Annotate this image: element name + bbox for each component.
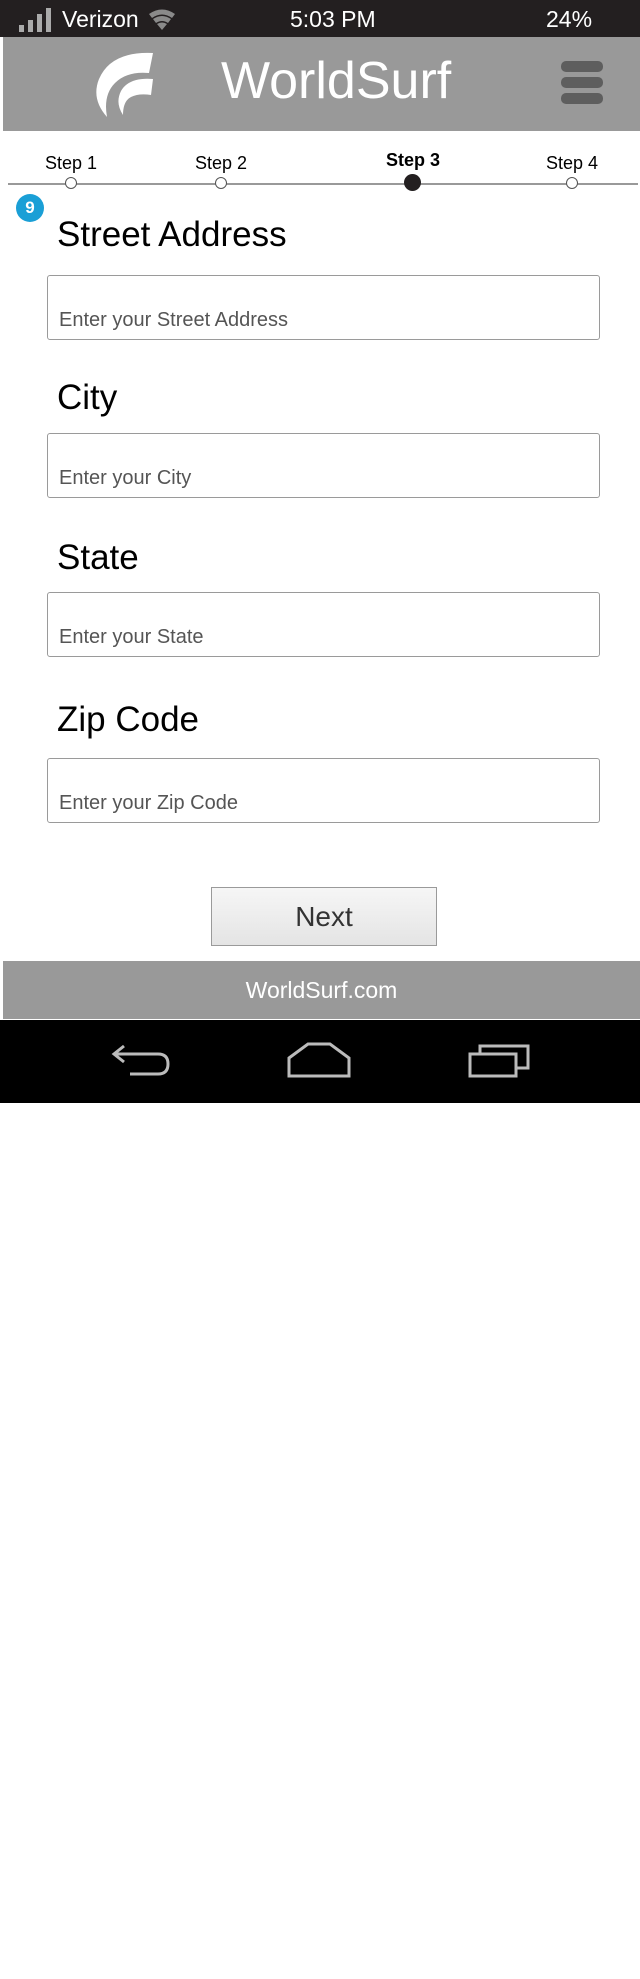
state-input[interactable] — [48, 593, 599, 656]
wifi-icon — [149, 9, 175, 30]
annotation-badge: 9 — [16, 194, 44, 222]
logo-icon — [96, 52, 153, 117]
app-title: WorldSurf — [221, 52, 452, 110]
recents-icon[interactable] — [468, 1038, 532, 1080]
street-address-input[interactable] — [48, 276, 599, 339]
street-address-field[interactable] — [47, 275, 600, 340]
zip-code-field[interactable] — [47, 758, 600, 823]
step-3[interactable]: Step 3 — [353, 140, 473, 195]
zip-code-label: Zip Code — [57, 700, 200, 739]
carrier-name: Verizon — [62, 6, 139, 32]
city-input[interactable] — [48, 434, 599, 497]
city-field[interactable] — [47, 433, 600, 498]
step-dot — [215, 177, 227, 189]
step-2[interactable]: Step 2 — [161, 140, 281, 195]
menu-icon[interactable] — [561, 61, 603, 105]
next-button[interactable]: Next — [211, 887, 437, 946]
app-header: WorldSurf — [3, 37, 640, 131]
step-label: Step 1 — [44, 153, 98, 173]
status-bar: Verizon 5:03 PM 24% — [0, 0, 640, 37]
step-label: Step 3 — [385, 150, 441, 170]
clock: 5:03 PM — [290, 6, 376, 32]
state-field[interactable] — [47, 592, 600, 657]
city-label: City — [57, 378, 118, 417]
signal-icon — [19, 8, 51, 32]
footer-link[interactable]: WorldSurf.com — [3, 961, 640, 1019]
step-1[interactable]: Step 1 — [11, 140, 131, 195]
step-4[interactable]: Step 4 — [512, 140, 632, 195]
step-dot-active — [404, 174, 421, 191]
state-label: State — [57, 538, 139, 577]
phone-screen: Verizon 5:03 PM 24% WorldSurf Step 1 Ste… — [0, 0, 640, 1103]
home-icon[interactable] — [286, 1038, 352, 1080]
zip-code-input[interactable] — [48, 759, 599, 822]
step-dot — [65, 177, 77, 189]
step-label: Step 2 — [194, 153, 248, 173]
step-dot — [566, 177, 578, 189]
progress-stepper: Step 1 Step 2 Step 3 Step 4 — [0, 140, 640, 195]
back-icon[interactable] — [110, 1038, 172, 1080]
android-nav-bar — [0, 1020, 640, 1103]
battery-level: 24% — [546, 6, 593, 32]
street-address-label: Street Address — [57, 215, 287, 254]
step-label: Step 4 — [545, 153, 599, 173]
